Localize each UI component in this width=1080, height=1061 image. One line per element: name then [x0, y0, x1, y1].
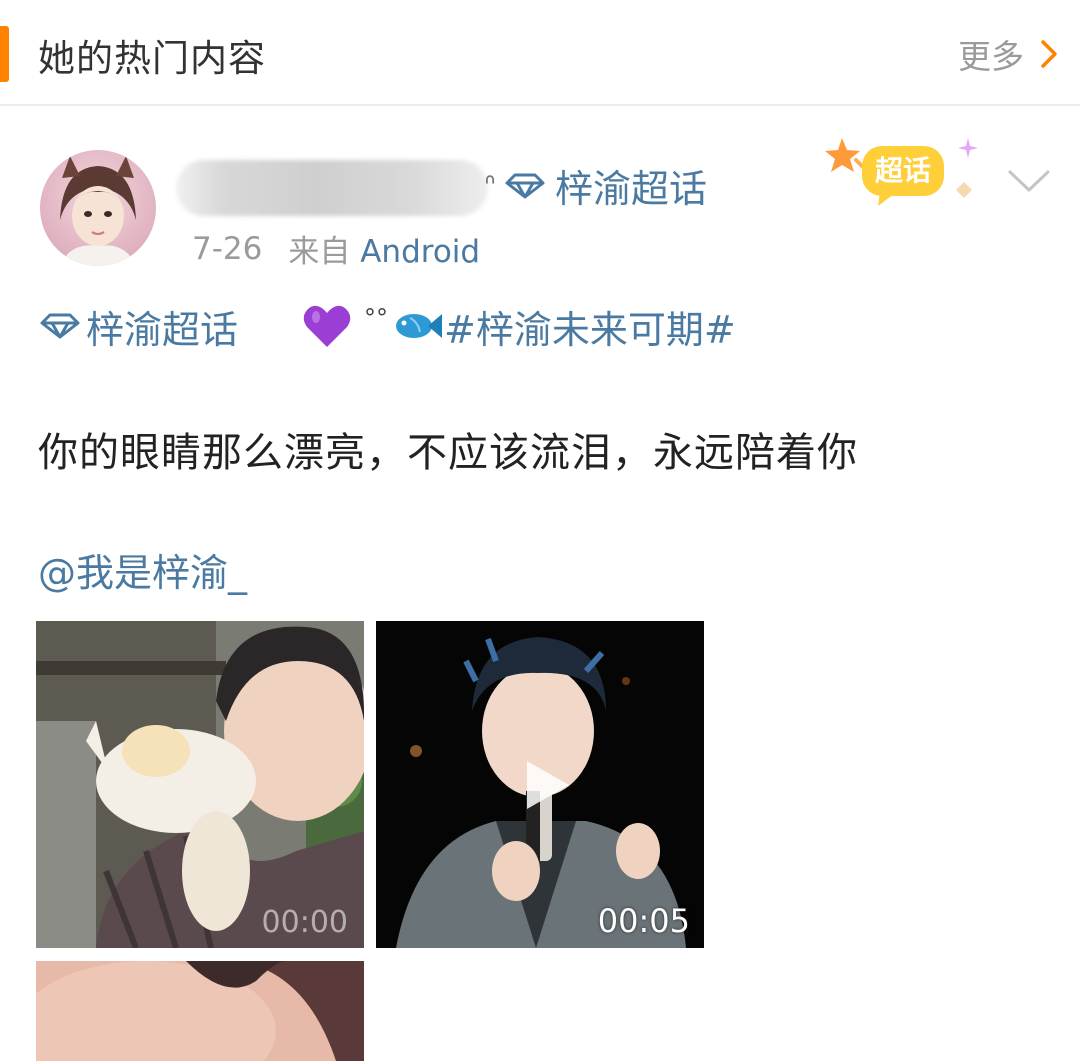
- video-duration: 00:05: [597, 902, 690, 940]
- media-1-overlay-text: 00:00: [261, 905, 348, 940]
- mention-link[interactable]: @我是梓渝_: [38, 542, 247, 597]
- chevron-right-icon: [1040, 39, 1058, 69]
- diamond-icon: [40, 304, 80, 348]
- source-prefix: 来自: [288, 234, 351, 270]
- chaohua-inline-label: 梓渝超话: [86, 307, 239, 352]
- chevron-down-icon[interactable]: [1004, 160, 1054, 200]
- hot-content-page: 她的热门内容 更多 ᐢ 梓渝超话 7-26 来自 Android 超话 梓渝超话…: [0, 0, 1080, 1061]
- badge-label: 超话: [875, 154, 931, 187]
- post-date: 7-26: [192, 230, 263, 267]
- media-photo-3[interactable]: [36, 961, 364, 1061]
- source-device: Android: [360, 234, 481, 270]
- more-button[interactable]: 更多: [958, 30, 1058, 78]
- username-tail: ᐢ: [484, 168, 496, 203]
- more-label: 更多: [958, 37, 1024, 76]
- section-header: 她的热门内容 更多: [0, 0, 1080, 106]
- hashtag-link[interactable]: #梓渝未来可期#: [444, 299, 736, 354]
- accent-bar: [0, 26, 9, 82]
- chaohua-label: 梓渝超话: [555, 167, 708, 211]
- username-redacted[interactable]: [176, 160, 488, 216]
- media-video-2[interactable]: 00:05: [376, 621, 704, 948]
- chaohua-link-inline[interactable]: 梓渝超话: [40, 299, 238, 354]
- post-meta: 7-26 来自 Android: [192, 226, 480, 271]
- diamond-icon: [505, 164, 545, 208]
- avatar[interactable]: [40, 150, 156, 266]
- tag-line: 梓渝超话 °° #梓渝未来可期#: [40, 298, 736, 354]
- fish-icon: [392, 308, 444, 344]
- chaohua-link[interactable]: 梓渝超话: [505, 158, 707, 213]
- purple-heart-icon: [302, 303, 352, 349]
- post-source: 来自 Android: [288, 226, 480, 271]
- bubbles-text: °°: [364, 304, 389, 332]
- chaohua-badge[interactable]: 超话: [822, 132, 990, 216]
- play-icon[interactable]: [515, 755, 575, 815]
- media-photo-1[interactable]: 00:00: [36, 621, 364, 948]
- section-title: 她的热门内容: [38, 37, 266, 80]
- post-text: 你的眼睛那么漂亮，不应该流泪，永远陪着你: [38, 430, 858, 476]
